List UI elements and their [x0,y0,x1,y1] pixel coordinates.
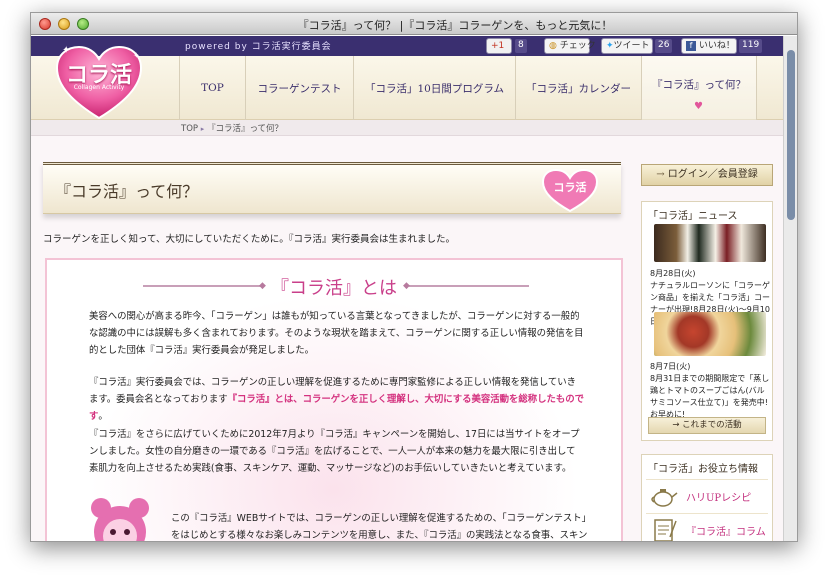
tweet-button[interactable]: ✦ツイート [601,38,653,54]
mascot-icon [91,498,149,541]
about-p2-end: 。 [98,411,108,422]
heart-icon: ♥ [694,101,703,112]
breadcrumb-text: TOP ▸ 『コラ活』って何？ [181,122,283,134]
news-more-button[interactable]: → これまでの活動 [648,417,766,434]
facebook-icon: f [686,41,696,51]
news-title: 「コラ活」ニュース [648,211,738,222]
nav-top-label: TOP [201,82,224,94]
nav-calendar[interactable]: 「コラ活」カレンダー [515,56,641,120]
intro-text: コラーゲンを正しく知って、大切にしていただくために。『コラ活』実行委員会は生まれ… [43,234,456,245]
twitter-icon: ✦ [606,41,614,51]
arrow-right-icon: → [672,420,680,430]
news-text-2-body: 8月31日までの期間限定で「蒸し鶏とトマトのスープごはん(バルサミコソース仕立て… [650,374,770,407]
news-image-1[interactable] [654,224,766,262]
web-page: powered by コラ活実行委員会 +1 8 ◍ チェック ✦ツイート 26… [31,36,785,541]
title-bar: 『コラ活』って何？ |『コラ活』コラーゲンを、もっと元気に！ [31,13,797,35]
page-title: 『コラ活』って何？ [55,182,199,201]
nav-what-is-label: 『コラ活』って何？ [652,78,746,91]
about-title: 『コラ活』とは [271,278,397,299]
vertical-scrollbar[interactable] [783,36,797,541]
nav-calendar-label: 「コラ活」カレンダー [526,82,631,95]
nav-collagen-test-label: コラーゲンテスト [257,82,342,95]
like-label: いいね！ [698,41,735,51]
zoom-window-button[interactable] [77,18,89,30]
news-date-1: 8月28日(火) [650,269,696,278]
breadcrumb-home[interactable]: TOP [181,124,198,134]
login-label: ログイン／会員登録 [667,169,758,180]
breadcrumb: TOP ▸ 『コラ活』って何？ [31,120,785,136]
heart-logo-small-icon: コラ活 [541,168,599,213]
sparkle-icon: ✦ [62,45,70,56]
nav-what-is-colla-katsu[interactable]: 『コラ活』って何？ ♥ [641,56,757,120]
check-icon: ◍ [549,41,557,51]
about-paragraph-1: 美容への関心が高まる昨今、「コラーゲン」は誰もが知っている言葉となってきましたが… [89,311,584,356]
google-plus-count: 8 [515,39,527,53]
minimize-window-button[interactable] [58,18,70,30]
tweet-label: ツイート [613,41,650,51]
mixi-check-button[interactable]: ◍ チェック [544,38,596,54]
breadcrumb-separator: ▸ [200,125,205,133]
site-logo[interactable]: ✦ ✦ コラ活 Collagen Activity [53,44,145,122]
about-title-row: ◆ ◆ 『コラ活』とは [47,274,621,299]
about-section: ◆ ◆ 『コラ活』とは 美容への関心が高まる昨今、「コラーゲン」は誰もが知ってい… [45,258,623,541]
tweet-count: 26 [655,39,673,53]
breadcrumb-current: 『コラ活』って何？ [206,124,284,134]
close-window-button[interactable] [39,18,51,30]
browser-window: 『コラ活』って何？ |『コラ活』コラーゲンを、もっと元気に！ powered b… [30,12,798,542]
about-paragraph-3: 『コラ活』をさらに広げていくために2012年7月より『コラ活』キャンペーンを開始… [89,429,580,474]
page-heading: 『コラ活』って何？ コラ活 [43,162,621,214]
help-item-column[interactable]: 『コラ活』コラム [646,513,768,541]
help-item-recipe-label: ハリUPレシピ [686,493,752,504]
arrow-right-icon: → [656,169,665,180]
powered-by-text: powered by コラ活実行委員会 [185,42,332,52]
nav-collagen-test[interactable]: コラーゲンテスト [245,56,353,120]
google-plus-label: +1 [491,41,505,51]
help-title: 「コラ活」お役立ち情報 [648,464,758,475]
help-info-panel: 「コラ活」お役立ち情報 ハリUPレシピ 『コラ活』コラム [641,454,773,541]
nav-10-day-program[interactable]: 「コラ活」10日間プログラム [353,56,515,120]
news-date-2: 8月7日(火) [650,362,691,371]
window-title: 『コラ活』って何？ |『コラ活』コラーゲンを、もっと元気に！ [297,19,613,32]
nav-top[interactable]: TOP [179,56,245,120]
facebook-like-button[interactable]: f いいね！ [681,38,737,54]
main-navigation: TOP コラーゲンテスト 「コラ活」10日間プログラム 「コラ活」カレンダー 『… [179,56,757,120]
notebook-icon [654,519,677,541]
help-item-column-label: 『コラ活』コラム [686,527,766,538]
scrollbar-thumb[interactable] [787,50,795,220]
teapot-icon [651,489,678,507]
check-label: チェック [559,41,596,51]
nav-10-day-program-label: 「コラ活」10日間プログラム [364,82,505,95]
logo-subtitle: Collagen Activity [73,84,125,91]
small-logo-text: コラ活 [554,180,587,194]
news-panel: 「コラ活」ニュース 8月28日(火) ナチュラルローソンに「コラーゲン商品」を揃… [641,201,773,441]
login-register-button[interactable]: → ログイン／会員登録 [641,164,773,186]
about-paragraph-4: この『コラ活』WEBサイトでは、コラーゲンの正しい理解を促進するための、「コラー… [171,513,588,541]
about-paragraph-2: 『コラ活』実行委員会では、コラーゲンの正しい理解を促進するために専門家監修による… [89,374,584,425]
google-plus-button[interactable]: +1 [486,38,512,54]
help-item-recipe[interactable]: ハリUPレシピ [646,479,768,511]
news-text-2[interactable]: 8月31日までの期間限定で「蒸し鶏とトマトのスープごはん(バルサミコソース仕立て… [650,373,770,421]
facebook-like-count: 119 [739,39,763,53]
news-more-label: これまでの活動 [682,420,742,430]
news-image-2[interactable] [654,312,766,356]
